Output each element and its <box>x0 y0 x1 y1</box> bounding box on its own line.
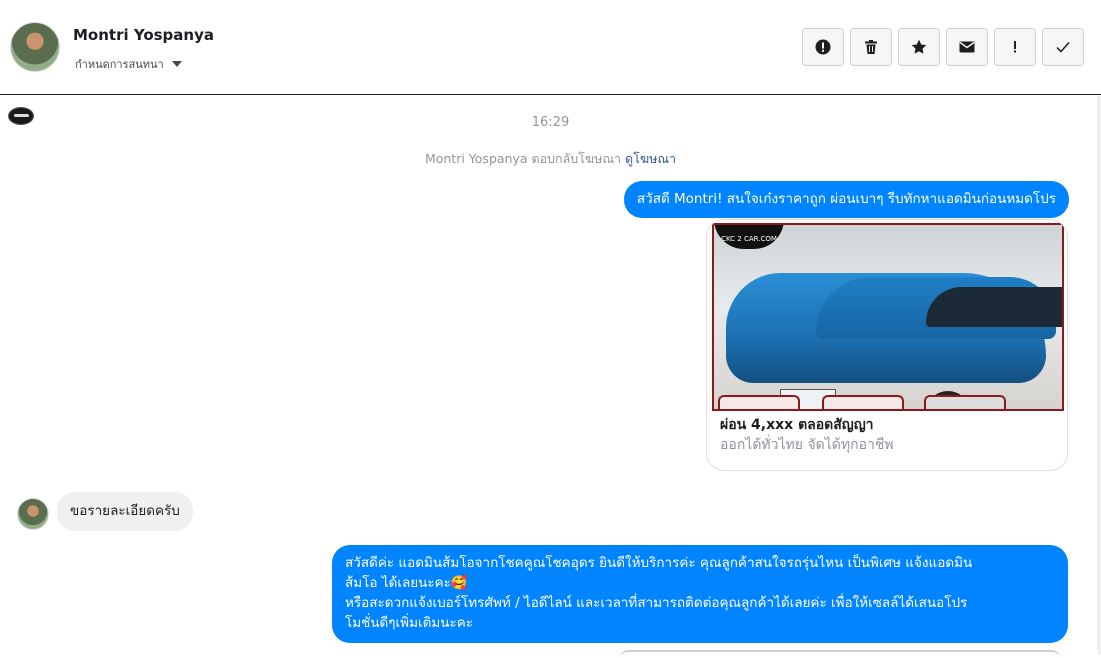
message-line: หรือสะดวกแจ้งเบอร์โทรศัพท์ / ไอดีไลน์ แล… <box>345 595 968 611</box>
delete-button[interactable] <box>850 28 892 66</box>
trash-icon <box>865 40 877 54</box>
caret-down-icon <box>171 61 182 67</box>
schedule-label: กำหนดการสนทนา <box>75 58 164 71</box>
outgoing-message[interactable]: สวัสดี Montri! สนใจเก๋งราคาถูก ผ่อนเบาๆ … <box>623 181 1069 218</box>
ad-reply-text: Montri Yospanya ตอบกลับโฆษณา <box>424 151 622 166</box>
message-line: โมชั่นดีๆเพิ่มเติมนะคะ <box>345 615 474 631</box>
checkmark-icon <box>1056 42 1070 53</box>
ad-reply-note: Montri Yospanya ตอบกลับโฆษณา ดูโฆษณา <box>0 149 1101 169</box>
message-line: ส้มโอ ได้เลยนะคะ🥰 <box>345 575 468 591</box>
car-image: CKC 2 CAR.COM <box>712 223 1064 411</box>
contact-avatar[interactable] <box>10 22 60 72</box>
mark-unread-button[interactable] <box>946 28 988 66</box>
contact-avatar-small <box>17 498 49 530</box>
conversation-schedule-dropdown[interactable]: กำหนดการสนทนา <box>75 55 182 73</box>
ad-card-subtitle: ออกได้ทั่วไทย จัดได้ทุกอาชีพ <box>720 437 894 453</box>
incoming-message[interactable]: ขอรายละเอียดครับ <box>57 492 193 531</box>
envelope-icon <box>959 41 975 53</box>
conversation-header: Montri Yospanya กำหนดการสนทนา <box>0 0 1101 95</box>
brand-logo: CKC 2 CAR.COM <box>714 225 784 249</box>
exclamation-icon <box>1014 41 1016 53</box>
view-ad-link[interactable]: ดูโฆษณา <box>625 151 676 166</box>
alert-circle-icon <box>815 39 831 55</box>
ad-card[interactable]: CKC 2 CAR.COM ผ่อน 4,xxx ตลอดสัญญา ออกได… <box>706 219 1068 471</box>
follow-up-button[interactable] <box>994 28 1036 66</box>
message-timestamp: 16:29 <box>531 115 570 130</box>
mark-done-button[interactable] <box>1042 28 1084 66</box>
next-message-edge <box>620 650 1060 658</box>
star-button[interactable] <box>898 28 940 66</box>
contact-name[interactable]: Montri Yospanya <box>73 26 214 44</box>
header-actions <box>802 28 1084 66</box>
scrollbar[interactable] <box>1097 96 1101 654</box>
message-line: สวัสดีค่ะ แอดมินส้มโอจากโชคคูณโชคอุดร ยิ… <box>345 555 973 571</box>
outgoing-message-long[interactable]: สวัสดีค่ะ แอดมินส้มโอจากโชคคูณโชคอุดร ยิ… <box>332 545 1068 643</box>
ad-card-title: ผ่อน 4,xxx ตลอดสัญญา <box>720 417 874 433</box>
star-icon <box>911 39 927 54</box>
report-spam-button[interactable] <box>802 28 844 66</box>
car-body <box>726 273 1062 409</box>
